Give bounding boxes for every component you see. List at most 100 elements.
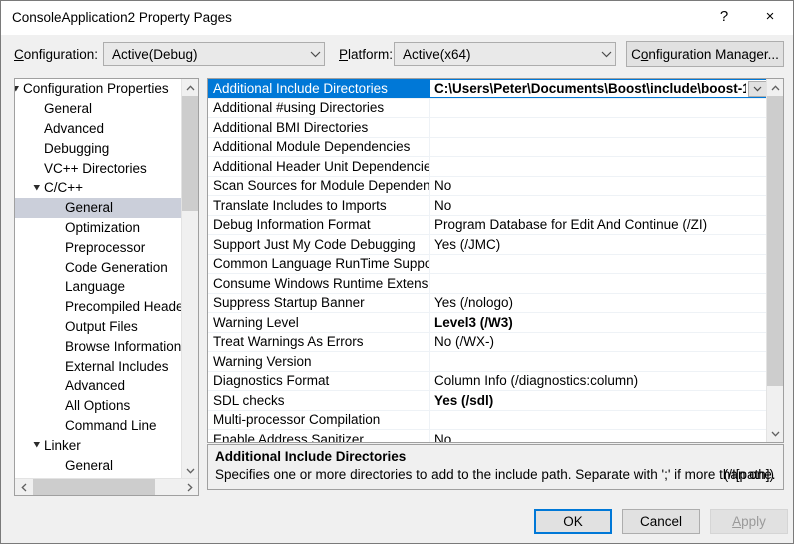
property-row[interactable]: Debug Information FormatProgram Database… — [208, 216, 768, 236]
configuration-manager-label: Configuration Manager... — [631, 47, 779, 62]
tree-item-browse-information[interactable]: Browse Information — [15, 336, 183, 356]
close-icon[interactable]: × — [747, 1, 793, 32]
property-value[interactable]: Yes (/sdl) — [430, 391, 768, 410]
tree-hscroll-thumb[interactable] — [33, 479, 155, 496]
property-value[interactable] — [430, 157, 768, 176]
tree-item-label: Optimization — [15, 220, 140, 235]
help-icon[interactable]: ? — [701, 1, 747, 32]
property-row[interactable]: Multi-processor Compilation — [208, 411, 768, 431]
property-row[interactable]: Additional Header Unit Dependencies — [208, 157, 768, 177]
property-name: Warning Version — [208, 352, 430, 371]
property-value[interactable] — [430, 255, 768, 274]
apply-button-label: Apply — [732, 514, 766, 529]
property-row[interactable]: Treat Warnings As ErrorsNo (/WX-) — [208, 333, 768, 353]
tree-item-precompiled-headers[interactable]: Precompiled Headers — [15, 297, 183, 317]
scroll-up-icon[interactable] — [182, 79, 199, 96]
property-row[interactable]: Warning LevelLevel3 (/W3) — [208, 313, 768, 333]
property-value[interactable]: Level3 (/W3) — [430, 313, 768, 332]
property-row[interactable]: Support Just My Code DebuggingYes (/JMC) — [208, 235, 768, 255]
value-dropdown-icon[interactable] — [748, 81, 767, 97]
configuration-select[interactable]: Active(Debug) — [103, 42, 325, 66]
grid-vertical-scrollbar[interactable] — [766, 79, 783, 442]
tree-item-optimization[interactable]: Optimization — [15, 218, 183, 238]
scroll-right-icon[interactable] — [181, 479, 198, 496]
tree-item-linker[interactable]: Linker — [15, 435, 183, 455]
property-value[interactable] — [430, 138, 768, 157]
tree-item-language[interactable]: Language — [15, 277, 183, 297]
scroll-down-icon[interactable] — [767, 425, 784, 442]
tree-item-preprocessor[interactable]: Preprocessor — [15, 237, 183, 257]
tree-item-vc-directories[interactable]: VC++ Directories — [15, 158, 183, 178]
configuration-tree: Configuration PropertiesGeneralAdvancedD… — [14, 78, 199, 496]
tree-scroll-thumb[interactable] — [182, 96, 199, 211]
expander-collapse-icon[interactable] — [30, 435, 44, 455]
property-row[interactable]: Scan Sources for Module DependenciesNo — [208, 177, 768, 197]
property-row[interactable]: Common Language RunTime Support — [208, 255, 768, 275]
expander-collapse-icon[interactable] — [15, 79, 23, 99]
platform-select[interactable]: Active(x64) — [394, 42, 616, 66]
configuration-manager-button[interactable]: Configuration Manager... — [626, 41, 784, 67]
property-row[interactable]: Translate Includes to ImportsNo — [208, 196, 768, 216]
property-pages-dialog: ConsoleApplication2 Property Pages ? × C… — [0, 0, 794, 544]
property-value[interactable] — [430, 274, 768, 293]
tree-item-configuration-properties[interactable]: Configuration Properties — [15, 79, 183, 99]
property-row[interactable]: Enable Address SanitizerNo — [208, 430, 768, 443]
tree-vertical-scrollbar[interactable] — [181, 79, 198, 479]
property-value[interactable]: Yes (/JMC) — [430, 235, 768, 254]
property-value[interactable]: Yes (/nologo) — [430, 294, 768, 313]
ok-button[interactable]: OK — [534, 509, 612, 534]
tree-item-command-line[interactable]: Command Line — [15, 416, 183, 436]
platform-label: Platform: — [339, 47, 393, 62]
property-row[interactable]: Suppress Startup BannerYes (/nologo) — [208, 294, 768, 314]
scroll-down-icon[interactable] — [182, 462, 199, 479]
tree-item-general[interactable]: General — [15, 455, 183, 475]
property-value-text: Level3 (/W3) — [434, 315, 513, 330]
property-value[interactable]: Program Database for Edit And Continue (… — [430, 216, 768, 235]
property-row[interactable]: Diagnostics FormatColumn Info (/diagnost… — [208, 372, 768, 392]
property-row[interactable]: Additional BMI Directories — [208, 118, 768, 138]
tree-item-all-options[interactable]: All Options — [15, 396, 183, 416]
tree-item-external-includes[interactable]: External Includes — [15, 356, 183, 376]
tree-item-c-c[interactable]: C/C++ — [15, 178, 183, 198]
configuration-label: Configuration: — [14, 47, 98, 62]
property-value[interactable]: C:\Users\Peter\Documents\Boost\include\b… — [430, 79, 768, 98]
tree-item-general[interactable]: General — [15, 198, 183, 218]
chevron-down-icon — [597, 51, 615, 58]
property-value[interactable]: No (/WX-) — [430, 333, 768, 352]
property-row[interactable]: Additional Include DirectoriesC:\Users\P… — [208, 79, 768, 99]
property-grid-rows: Additional Include DirectoriesC:\Users\P… — [208, 79, 768, 442]
tree-item-label: Advanced — [15, 378, 125, 393]
property-row[interactable]: Additional Module Dependencies — [208, 138, 768, 158]
tree-item-debugging[interactable]: Debugging — [15, 138, 183, 158]
expander-collapse-icon[interactable] — [30, 178, 44, 198]
property-value[interactable] — [430, 352, 768, 371]
property-row[interactable]: Additional #using Directories — [208, 99, 768, 119]
description-switch: (/I[path]) — [724, 467, 774, 482]
grid-scroll-thumb[interactable] — [767, 96, 784, 386]
property-value[interactable]: Column Info (/diagnostics:column) — [430, 372, 768, 391]
description-pane: Additional Include Directories Specifies… — [207, 444, 784, 490]
scroll-left-icon[interactable] — [15, 479, 32, 496]
tree-item-output-files[interactable]: Output Files — [15, 317, 183, 337]
tree-item-label: Linker — [15, 438, 81, 453]
property-value[interactable] — [430, 118, 768, 137]
property-value[interactable]: No — [430, 430, 768, 443]
tree-item-advanced[interactable]: Advanced — [15, 119, 183, 139]
property-value[interactable]: No — [430, 177, 768, 196]
property-value[interactable] — [430, 99, 768, 118]
tree-item-general[interactable]: General — [15, 99, 183, 119]
scroll-up-icon[interactable] — [767, 79, 784, 96]
tree-item-advanced[interactable]: Advanced — [15, 376, 183, 396]
property-row[interactable]: Warning Version — [208, 352, 768, 372]
tree-horizontal-scrollbar[interactable] — [15, 478, 198, 495]
apply-button[interactable]: Apply — [710, 509, 788, 534]
property-row[interactable]: Consume Windows Runtime Extension — [208, 274, 768, 294]
tree-scroll-area: Configuration PropertiesGeneralAdvancedD… — [15, 79, 183, 479]
property-row[interactable]: SDL checksYes (/sdl) — [208, 391, 768, 411]
cancel-button[interactable]: Cancel — [622, 509, 700, 534]
property-name: Suppress Startup Banner — [208, 294, 430, 313]
property-value[interactable]: No — [430, 196, 768, 215]
tree-item-code-generation[interactable]: Code Generation — [15, 257, 183, 277]
property-value[interactable] — [430, 411, 768, 430]
tree-item-label: General — [15, 101, 92, 116]
